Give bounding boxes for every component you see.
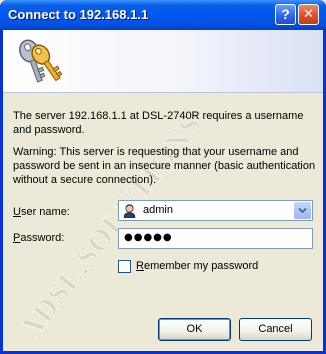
remember-label-accelerator: R [136, 260, 144, 272]
remember-password-label[interactable]: Remember my password [136, 260, 258, 272]
title-bar[interactable]: Connect to 192.168.1.1 ? ✕ [0, 0, 326, 30]
username-combobox[interactable]: admin [118, 200, 313, 221]
banner [3, 30, 323, 93]
password-label: Password: [13, 232, 64, 244]
server-message: The server 192.168.1.1 at DSL-2740R requ… [13, 110, 304, 136]
help-icon: ? [281, 6, 290, 22]
remember-label-text: emember my password [143, 260, 259, 272]
login-dialog: Connect to 192.168.1.1 ? ✕ ADSL.SOLUTION… [0, 0, 326, 354]
dialog-title: Connect to 192.168.1.1 [8, 7, 149, 22]
chevron-down-icon [298, 207, 307, 214]
username-label-accelerator: U [13, 206, 21, 218]
password-mask: ●●●●● [124, 232, 173, 243]
username-dropdown-button[interactable] [294, 202, 311, 219]
security-warning: Warning: This server is requesting that … [13, 146, 316, 186]
close-icon: ✕ [303, 7, 314, 22]
help-button[interactable]: ? [275, 4, 296, 25]
username-value: admin [143, 204, 173, 216]
username-label-text: ser name: [20, 206, 70, 218]
cancel-button[interactable]: Cancel [239, 318, 312, 341]
dialog-body: ADSL.SOLUTIONS The server 192.168.1.1 at… [3, 30, 323, 351]
user-avatar-icon [122, 203, 137, 218]
username-label: User name: [13, 206, 70, 218]
password-field[interactable]: ●●●●● [118, 228, 313, 249]
keys-icon [19, 39, 63, 83]
ok-button[interactable]: OK [158, 318, 231, 341]
close-button[interactable]: ✕ [298, 4, 319, 25]
remember-password-checkbox[interactable] [118, 260, 131, 273]
password-label-text: assword: [20, 232, 65, 244]
watermark-label: ADSL.SOLUTIONS [13, 108, 209, 340]
